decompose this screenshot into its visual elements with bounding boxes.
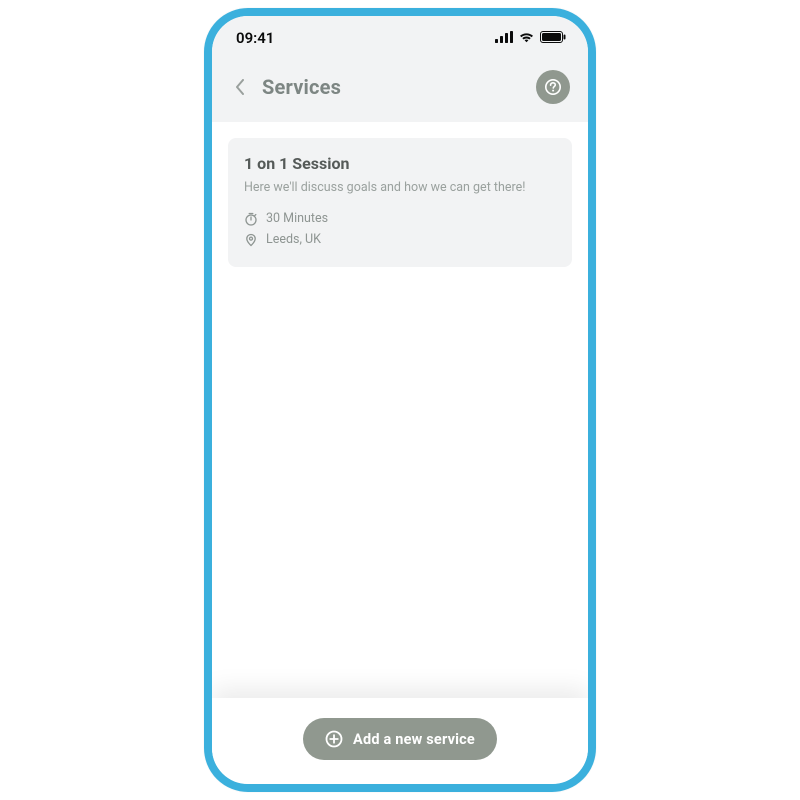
content-area: 1 on 1 Session Here we'll discuss goals …	[212, 122, 588, 782]
battery-icon	[540, 29, 566, 47]
cellular-icon	[495, 29, 513, 47]
service-location-row: Leeds, UK	[244, 232, 556, 247]
page-title: Services	[262, 75, 341, 99]
status-indicators	[495, 29, 566, 47]
wifi-icon	[518, 29, 535, 47]
service-duration: 30 Minutes	[266, 211, 328, 226]
back-button[interactable]	[226, 73, 254, 101]
help-button[interactable]	[536, 70, 570, 104]
help-icon	[544, 78, 562, 96]
service-card[interactable]: 1 on 1 Session Here we'll discuss goals …	[228, 138, 572, 267]
phone-frame: 09:41	[204, 8, 596, 792]
stopwatch-icon	[244, 212, 258, 226]
add-service-button[interactable]: Add a new service	[303, 718, 497, 760]
chevron-left-icon	[235, 79, 245, 95]
service-title: 1 on 1 Session	[244, 154, 556, 173]
service-location: Leeds, UK	[266, 232, 321, 247]
status-bar: 09:41	[212, 16, 588, 60]
header-left: Services	[226, 73, 341, 101]
page-header: Services	[212, 60, 588, 122]
plus-circle-icon	[325, 730, 343, 748]
add-service-label: Add a new service	[353, 731, 475, 748]
service-duration-row: 30 Minutes	[244, 211, 556, 226]
bottom-dock: Add a new service	[212, 698, 588, 784]
service-description: Here we'll discuss goals and how we can …	[244, 179, 556, 197]
status-time: 09:41	[236, 29, 274, 47]
location-pin-icon	[244, 233, 258, 247]
